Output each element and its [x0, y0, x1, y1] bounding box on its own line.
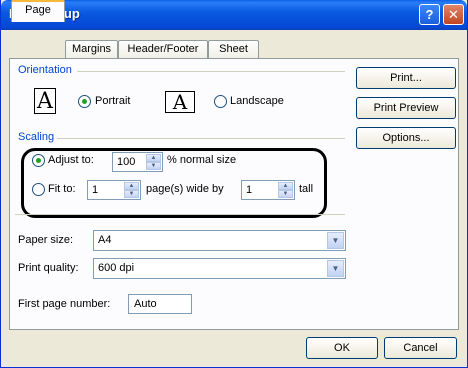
tab-page[interactable]: Page: [11, 0, 65, 22]
tab-margins[interactable]: Margins: [65, 40, 118, 59]
landscape-icon: A: [165, 91, 195, 113]
options-button[interactable]: Options...: [356, 127, 456, 149]
fit-tall-value[interactable]: 1: [246, 184, 252, 196]
scaling-group-label: Scaling: [18, 131, 55, 143]
print-quality-value[interactable]: 600 dpi: [98, 262, 134, 274]
portrait-icon: A: [34, 88, 56, 114]
print-quality-select[interactable]: 600 dpi ▼: [93, 258, 346, 279]
adjust-to-radio[interactable]: [32, 154, 45, 167]
portrait-label[interactable]: Portrait: [95, 95, 130, 107]
spin-up-icon[interactable]: ▲: [124, 182, 139, 190]
adjust-to-spinner[interactable]: 100 ▲ ▼: [112, 152, 163, 172]
landscape-label[interactable]: Landscape: [230, 95, 284, 107]
page-setup-dialog: Page Setup ? ✕ Page Margins Header/Foote…: [0, 0, 468, 368]
tall-label: tall: [299, 183, 314, 195]
first-page-number-value[interactable]: Auto: [134, 298, 157, 310]
close-button[interactable]: ✕: [443, 4, 464, 25]
chevron-down-icon[interactable]: ▼: [327, 232, 344, 249]
normal-size-label: % normal size: [167, 154, 237, 166]
paper-size-label: Paper size:: [18, 234, 74, 246]
print-button[interactable]: Print...: [356, 67, 456, 89]
fit-wide-spinner[interactable]: 1 ▲ ▼: [87, 180, 141, 200]
spin-down-icon[interactable]: ▼: [146, 162, 161, 170]
cancel-button[interactable]: Cancel: [384, 337, 457, 359]
print-preview-button[interactable]: Print Preview: [356, 97, 456, 119]
spin-down-icon[interactable]: ▼: [278, 190, 293, 198]
adjust-to-value[interactable]: 100: [117, 156, 135, 168]
pages-wide-label: page(s) wide by: [146, 183, 224, 195]
tab-sheet[interactable]: Sheet: [208, 40, 259, 59]
ok-button[interactable]: OK: [306, 337, 378, 359]
adjust-to-label[interactable]: Adjust to:: [48, 154, 94, 166]
scaling-bottom-divider: [15, 214, 345, 215]
title-bar[interactable]: Page Setup ? ✕: [1, 0, 467, 30]
tab-header-footer-label: Header/Footer: [127, 43, 199, 55]
landscape-radio[interactable]: [214, 95, 227, 108]
spin-up-icon[interactable]: ▲: [146, 154, 161, 162]
scaling-divider: [57, 138, 345, 139]
orientation-group-label: Orientation: [18, 64, 72, 76]
spin-up-icon[interactable]: ▲: [278, 182, 293, 190]
paper-size-value[interactable]: A4: [98, 234, 111, 246]
print-quality-label: Print quality:: [18, 262, 79, 274]
first-page-number-label: First page number:: [18, 298, 111, 310]
tab-sheet-label: Sheet: [219, 43, 248, 55]
tab-margins-label: Margins: [71, 43, 112, 55]
spin-down-icon[interactable]: ▼: [124, 190, 139, 198]
fit-to-radio[interactable]: [32, 183, 45, 196]
first-page-number-input[interactable]: Auto: [128, 294, 192, 314]
fit-tall-spinner[interactable]: 1 ▲ ▼: [241, 180, 295, 200]
help-button[interactable]: ?: [419, 4, 440, 25]
orientation-divider: [77, 71, 345, 72]
paper-size-select[interactable]: A4 ▼: [93, 230, 346, 251]
portrait-radio[interactable]: [78, 95, 91, 108]
fit-wide-value[interactable]: 1: [92, 184, 98, 196]
chevron-down-icon[interactable]: ▼: [327, 260, 344, 277]
tab-page-label: Page: [25, 4, 51, 16]
fit-to-label[interactable]: Fit to:: [48, 183, 76, 195]
tab-header-footer[interactable]: Header/Footer: [118, 40, 208, 59]
